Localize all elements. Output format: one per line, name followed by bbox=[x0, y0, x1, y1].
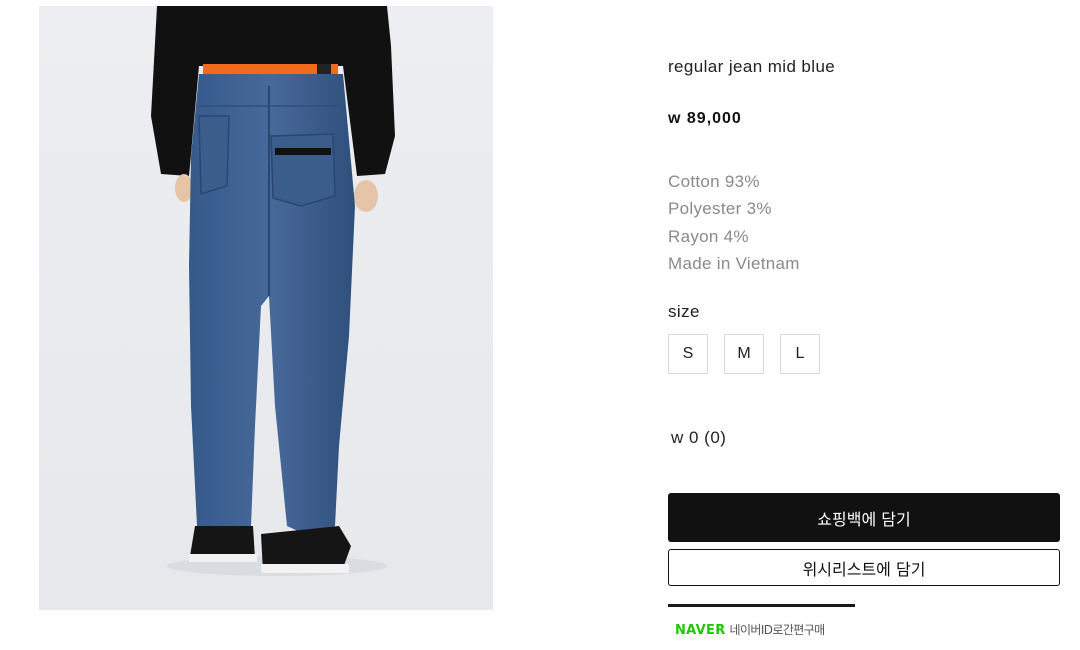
naver-pay-label: 네이버ID로간편구매 bbox=[729, 623, 826, 637]
product-info-panel: regular jean mid blue w 89,000 Cotton 93… bbox=[668, 0, 1060, 650]
naver-pay-button[interactable]: NAVER 네이버ID로간편구매 bbox=[675, 621, 825, 638]
size-option-m[interactable]: M bbox=[724, 334, 764, 374]
size-option-l[interactable]: L bbox=[780, 334, 820, 374]
material-line: Rayon 4% bbox=[668, 226, 749, 246]
material-line: Polyester 3% bbox=[668, 199, 772, 219]
divider bbox=[668, 604, 855, 607]
size-options: S M L bbox=[668, 334, 820, 374]
naver-logo: NAVER bbox=[675, 623, 726, 638]
product-image bbox=[39, 6, 493, 610]
add-to-wishlist-button[interactable]: 위시리스트에 담기 bbox=[668, 549, 1060, 586]
product-title: regular jean mid blue bbox=[668, 57, 836, 76]
product-materials: Cotton 93% Polyester 3% Rayon 4% Made in… bbox=[668, 168, 800, 277]
material-line: Cotton 93% bbox=[668, 172, 760, 191]
add-to-cart-button[interactable]: 쇼핑백에 담기 bbox=[668, 493, 1060, 542]
size-option-s[interactable]: S bbox=[668, 334, 708, 374]
product-price: w 89,000 bbox=[668, 110, 742, 127]
product-photo-illustration bbox=[151, 6, 395, 576]
origin-line: Made in Vietnam bbox=[668, 253, 800, 273]
total-price: w 0 (0) bbox=[671, 428, 727, 447]
size-label: size bbox=[668, 302, 700, 321]
